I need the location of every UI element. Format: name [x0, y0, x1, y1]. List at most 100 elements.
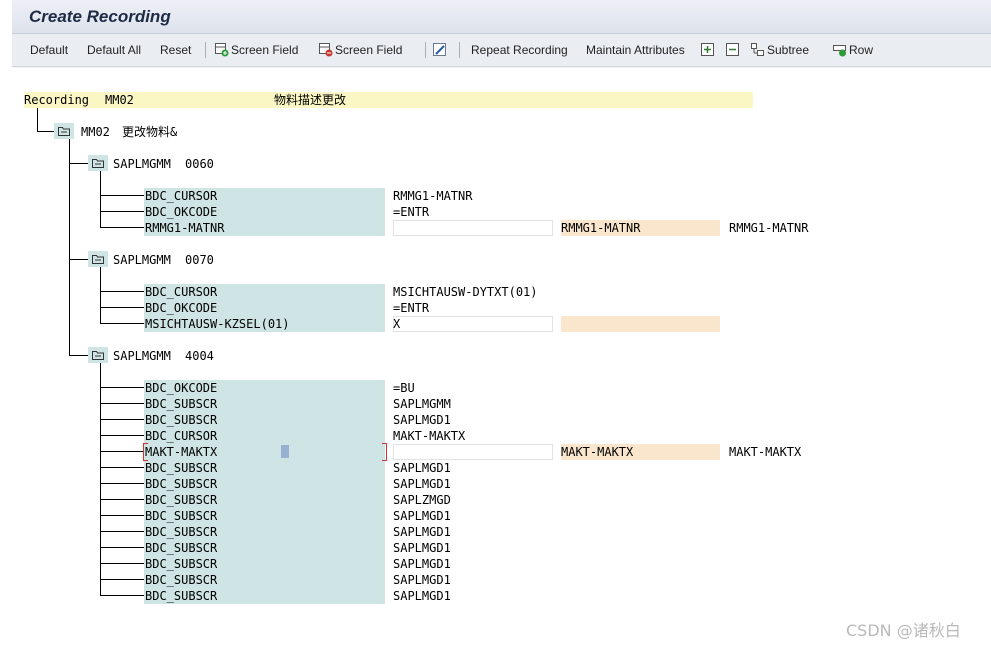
transaction-code: MM02 [81, 125, 110, 139]
field-name: BDC_SUBSCR [145, 589, 218, 603]
tree-connector [100, 451, 144, 452]
tree-connector [100, 499, 144, 500]
tree-connector [100, 267, 101, 323]
tree-connector [100, 595, 144, 596]
tree-connector [100, 419, 144, 420]
toolbar-separator [425, 42, 426, 58]
field-name: BDC_OKCODE [145, 205, 218, 219]
field-value: RMMG1-MATNR [393, 189, 473, 203]
edit-button[interactable] [433, 43, 449, 57]
field-name: BDC_SUBSCR [145, 493, 218, 507]
tree-connector [100, 467, 144, 468]
field-name: BDC_CURSOR [145, 285, 218, 299]
field-name: BDC_CURSOR [145, 429, 218, 443]
field-value: SAPLMGD1 [393, 525, 451, 539]
field-value: X [393, 317, 401, 331]
field-name: RMMG1-MATNR [145, 221, 225, 235]
tree-connector [100, 211, 144, 212]
field-name: BDC_SUBSCR [145, 525, 218, 539]
tree-connector [100, 171, 101, 227]
subtree-label: Subtree [767, 43, 810, 57]
default-button[interactable]: Default [30, 43, 68, 57]
field-value: =ENTR [393, 301, 430, 315]
tree-connector [100, 291, 144, 292]
field-value: SAPLMGD1 [393, 413, 451, 427]
edit-pencil-icon [433, 43, 446, 56]
delete-screen-field-button[interactable]: Screen Field [319, 43, 402, 57]
screen-node-toggle[interactable] [88, 251, 108, 267]
tree-connector [100, 307, 144, 308]
field-name: BDC_SUBSCR [145, 541, 218, 555]
field-extra: MAKT-MAKTX [729, 445, 802, 459]
recording-description: 物料描述更改 [274, 93, 347, 107]
recording-tree: Recording MM02 物料描述更改 MM02 更改物料& SAPLMGM… [12, 68, 991, 645]
field-reference-cell [561, 316, 720, 332]
default-all-button[interactable]: Default All [87, 43, 141, 57]
field-name: MAKT-MAKTX [145, 445, 218, 459]
screen-node-toggle[interactable] [88, 155, 108, 171]
field-value: SAPLMGD1 [393, 589, 451, 603]
screen-number: 4004 [185, 349, 214, 363]
tree-connector [100, 531, 144, 532]
screen-program: SAPLMGMM [113, 349, 171, 363]
field-extra: RMMG1-MATNR [729, 221, 809, 235]
toolbar-separator [205, 42, 206, 58]
reset-button[interactable]: Reset [160, 43, 191, 57]
tree-connector [69, 139, 70, 355]
insert-field-icon [215, 43, 229, 57]
title-bar: Create Recording [12, 0, 991, 34]
screen-node-toggle[interactable] [88, 347, 108, 363]
screen-number: 0060 [185, 157, 214, 171]
insert-screen-field-button[interactable]: Screen Field [215, 43, 298, 57]
field-value: SAPLMGD1 [393, 461, 451, 475]
field-value: SAPLMGD1 [393, 477, 451, 491]
text-cursor [281, 445, 289, 458]
field-reference: MAKT-MAKTX [561, 445, 634, 459]
field-value: SAPLMGMM [393, 397, 451, 411]
field-value: MAKT-MAKTX [393, 429, 466, 443]
window-title: Create Recording [29, 7, 171, 26]
collapse-button[interactable] [726, 43, 742, 57]
field-name: BDC_OKCODE [145, 381, 218, 395]
field-value-input[interactable] [393, 444, 553, 460]
tree-connector [37, 108, 38, 131]
watermark: CSDN @诸秋白 [846, 621, 961, 640]
row-icon [833, 45, 846, 57]
subtree-button[interactable]: Subtree [751, 43, 809, 57]
field-value: MSICHTAUSW-DYTXT(01) [393, 285, 538, 299]
tree-connector [69, 259, 88, 260]
field-value: SAPLZMGD [393, 493, 451, 507]
field-value-input[interactable] [393, 220, 553, 236]
field-value: SAPLMGD1 [393, 509, 451, 523]
folder-icon [92, 351, 104, 360]
field-value-input[interactable] [393, 316, 553, 332]
field-name: BDC_SUBSCR [145, 397, 218, 411]
maintain-attributes-button[interactable]: Maintain Attributes [586, 43, 685, 57]
expand-button[interactable] [701, 43, 717, 57]
field-reference: RMMG1-MATNR [561, 221, 641, 235]
field-name: BDC_SUBSCR [145, 461, 218, 475]
focus-bracket-left [143, 443, 148, 461]
collapse-icon [726, 43, 739, 56]
folder-icon [92, 255, 104, 264]
tree-connector [100, 403, 144, 404]
transaction-node-toggle[interactable] [54, 123, 74, 139]
toolbar: Default Default All Reset Screen Field S… [12, 34, 991, 67]
field-name: BDC_SUBSCR [145, 477, 218, 491]
row-button[interactable]: Row [833, 43, 873, 57]
insert-screen-field-label: Screen Field [231, 43, 299, 57]
screen-program: SAPLMGMM [113, 157, 171, 171]
screen-number: 0070 [185, 253, 214, 267]
tree-connector [100, 483, 144, 484]
delete-screen-field-label: Screen Field [335, 43, 403, 57]
screen-program: SAPLMGMM [113, 253, 171, 267]
tree-connector [69, 355, 88, 356]
expand-icon [701, 43, 714, 56]
tree-connector [37, 131, 54, 132]
field-name: BDC_CURSOR [145, 189, 218, 203]
repeat-recording-button[interactable]: Repeat Recording [471, 43, 568, 57]
field-name: BDC_OKCODE [145, 301, 218, 315]
tree-connector [100, 363, 101, 595]
delete-field-icon [319, 43, 333, 57]
transaction-text: 更改物料& [122, 125, 178, 139]
